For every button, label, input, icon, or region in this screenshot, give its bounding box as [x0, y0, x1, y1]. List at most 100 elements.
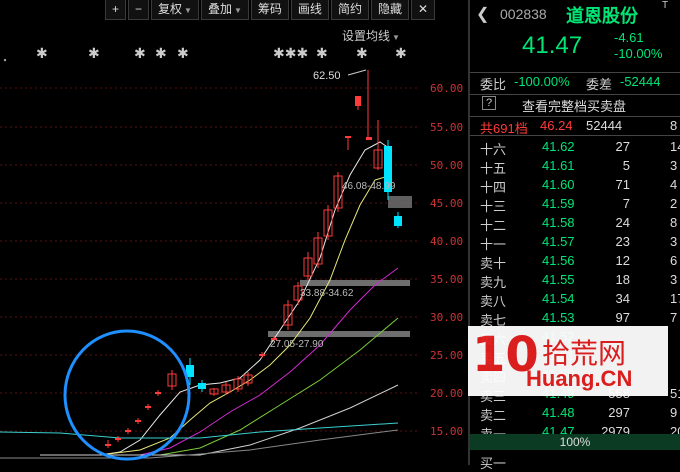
ask-extra: 14: [670, 139, 680, 154]
ask-level-label: 卖二: [480, 408, 507, 423]
ask-row[interactable]: 卖九 41.55 18 3: [470, 271, 680, 290]
price-change-pct: -10.00%: [614, 46, 663, 61]
weibi-value: -100.00%: [514, 74, 570, 89]
svg-text:✱: ✱: [155, 46, 167, 62]
ask-row[interactable]: 卖七 41.53 97 7: [470, 309, 680, 328]
y-tick: 20.00: [430, 387, 464, 400]
watermark-logo: 10 拾荒网 Huang.CN: [468, 326, 668, 396]
weicha-label: 委差: [586, 77, 613, 92]
price-axis: 60.00 55.00 50.00 45.00 40.00 35.00 30.0…: [420, 0, 468, 465]
ask-volume: 27: [615, 139, 630, 154]
ask-row[interactable]: 十六 41.62 27 14: [470, 138, 680, 157]
ask-level-label: 卖九: [480, 275, 507, 290]
show-all-orders-button[interactable]: ? 查看完整档买卖盘: [470, 94, 680, 114]
percent-bar: 100%: [470, 434, 680, 450]
svg-text:✱: ✱: [36, 46, 48, 62]
svg-text:✱: ✱: [88, 46, 100, 62]
y-tick: 30.00: [430, 311, 464, 324]
y-tick: 60.00: [430, 82, 464, 95]
ask-row[interactable]: 卖二 41.48 297 9: [470, 404, 680, 423]
ask-row[interactable]: 卖十 41.56 12 6: [470, 252, 680, 271]
svg-text:✱: ✱: [134, 46, 146, 62]
kline-chart[interactable]: ⸼ ✱ ✱ ✱ ✱ ✱ ✱✱✱ ✱ ✱ ✱ + − 复权 ▼ 叠加 ▼ 筹码 画…: [0, 0, 470, 465]
chouma-button[interactable]: 筹码: [250, 0, 289, 20]
chip-label-46: 46.08-48.99: [342, 181, 396, 192]
ask-extra: 51: [670, 386, 680, 401]
ask-extra: 3: [670, 234, 678, 249]
ask-volume: 297: [608, 405, 630, 420]
ask-volume: 12: [615, 253, 630, 268]
ask-price: 41.54: [542, 291, 575, 306]
chip-label-27: 27.05-27.90: [270, 339, 324, 350]
svg-text:✱✱✱: ✱✱✱: [273, 46, 308, 62]
chevron-down-icon: ▼: [184, 6, 192, 15]
ask-level-label: 十一: [480, 237, 507, 252]
show-all-label: 查看完整档买卖盘: [522, 99, 627, 114]
ask-level-label: 十三: [480, 199, 507, 214]
jianyue-button[interactable]: 简约: [330, 0, 369, 20]
diejia-label: 叠加: [207, 2, 232, 16]
ask-volume: 24: [615, 215, 630, 230]
ask-price: 41.58: [542, 215, 575, 230]
diejia-button[interactable]: 叠加 ▼: [200, 0, 249, 20]
ask-price: 41.48: [542, 405, 575, 420]
ask-price: 41.53: [542, 310, 575, 325]
set-ma-button[interactable]: 设置均线 ▼: [342, 27, 400, 44]
stock-code: 002838: [500, 6, 547, 22]
ask-price: 41.62: [542, 139, 575, 154]
svg-text:✱: ✱: [395, 46, 407, 62]
ask-extra: 2: [670, 196, 678, 211]
y-tick: 40.00: [430, 235, 464, 248]
ask-volume: 34: [615, 291, 630, 306]
ask-volume: 5: [622, 158, 630, 173]
ask-extra: 3: [670, 158, 678, 173]
total-price: 46.24: [540, 118, 573, 133]
ask-price: 41.59: [542, 196, 575, 211]
bid-label: 买一: [480, 456, 507, 471]
y-tick: 15.00: [430, 425, 464, 438]
nav-arrow-icon[interactable]: ❮: [476, 4, 489, 24]
ask-level-label: 十六: [480, 142, 507, 157]
yincang-button[interactable]: 隐藏: [370, 0, 409, 20]
chip-label-33: 33.88-34.62: [300, 288, 354, 299]
ask-price: 41.57: [542, 234, 575, 249]
chevron-down-icon: ▼: [233, 6, 242, 15]
total-row: 共691档 46.24 52444 8: [470, 116, 680, 136]
question-icon: ?: [482, 96, 497, 110]
y-tick: 55.00: [430, 121, 464, 134]
zoom-in-button[interactable]: +: [105, 0, 127, 20]
ask-row[interactable]: 卖八 41.54 34 17: [470, 290, 680, 309]
ask-row[interactable]: 十一 41.57 23 3: [470, 233, 680, 252]
zoom-out-button[interactable]: −: [128, 0, 150, 20]
ask-level-label: 卖十: [480, 256, 507, 271]
last-price: 41.47: [522, 32, 583, 59]
ask-row[interactable]: 十五 41.61 5 3: [470, 157, 680, 176]
ask-row[interactable]: 十三 41.59 7 2: [470, 195, 680, 214]
ask-price: 41.55: [542, 272, 575, 287]
y-tick: 50.00: [430, 159, 464, 172]
ask-row[interactable]: 十四 41.60 71 4: [470, 176, 680, 195]
svg-text:⸼: ⸼: [3, 46, 7, 62]
ask-extra: 9: [670, 405, 678, 420]
high-price-label: 62.50: [313, 70, 341, 82]
weicha-value: -52444: [620, 74, 661, 89]
chart-toolbar: + − 复权 ▼ 叠加 ▼ 筹码 画线 简约 隐藏 ✕: [105, 0, 437, 20]
svg-text:✱: ✱: [316, 46, 328, 62]
set-ma-label: 设置均线: [342, 29, 391, 43]
event-markers: ⸼ ✱ ✱ ✱ ✱ ✱ ✱✱✱ ✱ ✱ ✱: [3, 46, 407, 62]
ask-row[interactable]: 十二 41.58 24 8: [470, 214, 680, 233]
y-tick: 25.00: [430, 349, 464, 362]
ask-volume: 7: [622, 196, 630, 211]
ask-extra: 3: [670, 272, 678, 287]
fuquan-button[interactable]: 复权 ▼: [151, 0, 199, 20]
total-extra: 8: [670, 118, 678, 133]
price-change: -4.61: [614, 30, 644, 45]
ask-price: 41.61: [542, 158, 575, 173]
ask-level-label: 十五: [480, 161, 507, 176]
huaxian-button[interactable]: 画线: [290, 0, 329, 20]
ask-level-label: 卖八: [480, 294, 507, 309]
svg-text:✱: ✱: [177, 46, 189, 62]
total-vol: 52444: [586, 118, 623, 133]
bid-row: 买一: [470, 452, 680, 471]
kline-svg: ⸼ ✱ ✱ ✱ ✱ ✱ ✱✱✱ ✱ ✱ ✱: [0, 46, 420, 461]
